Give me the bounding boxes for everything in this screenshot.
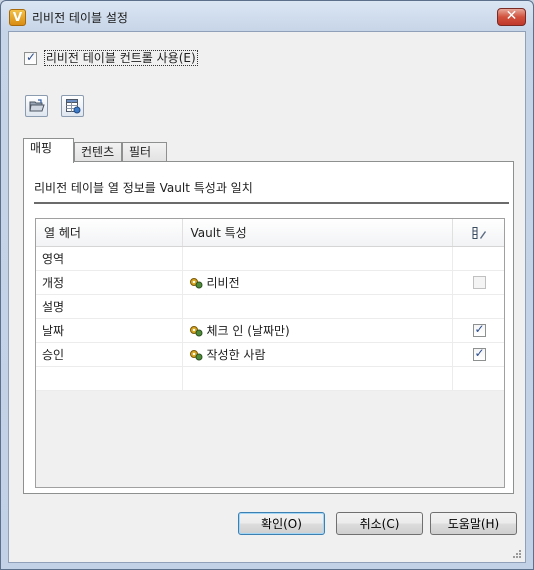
row-property-cell[interactable] (182, 294, 453, 319)
table-row[interactable]: 날짜 체크 인 (날짜만) (36, 318, 504, 343)
row-checkbox-cell (452, 270, 504, 295)
vault-property-icon (189, 350, 202, 361)
cancel-button[interactable]: 취소(C) (336, 512, 423, 535)
tab-contents[interactable]: 컨텐츠 (74, 142, 122, 162)
row-checkbox-cell (452, 294, 504, 319)
empty-cell (36, 366, 183, 391)
row-property-cell[interactable]: 리비전 (182, 270, 453, 295)
row-include-checkbox[interactable] (472, 346, 486, 361)
tab-strip: 매핑 컨텐츠 필터 (23, 138, 517, 163)
row-property-cell[interactable]: 작성한 사람 (182, 342, 453, 367)
row-property-label: 리비전 (206, 275, 240, 290)
vault-app-icon: V (9, 9, 26, 26)
close-button[interactable]: ✕ (497, 8, 526, 26)
table-row[interactable]: 개정 리비전 (36, 270, 504, 295)
help-button[interactable]: 도움말(H) (430, 512, 517, 535)
tab-filter-label: 필터 (129, 145, 152, 159)
column-settings-header[interactable] (452, 219, 504, 247)
use-control-row[interactable]: 리비전 테이블 컨트롤 사용(E) (24, 50, 198, 66)
row-header-cell: 승인 (36, 342, 183, 367)
row-property-label: 체크 인 (날짜만) (206, 323, 290, 338)
dialog-title: 리비전 테이블 설정 (32, 11, 128, 25)
row-property-cell[interactable]: 체크 인 (날짜만) (182, 318, 453, 343)
row-checkbox-cell (452, 246, 504, 271)
title-bar[interactable]: V 리비전 테이블 설정 ✕ (1, 1, 533, 31)
table-settings-icon (66, 99, 81, 114)
row-header-cell: 설명 (36, 294, 183, 319)
use-control-checkbox[interactable] (24, 50, 37, 65)
resize-grip-icon[interactable] (512, 549, 522, 559)
mapping-table: 열 헤더 Vault 특성 영역 개정 리비전 설명 날짜 체크 인 (날짜만)… (36, 219, 504, 391)
empty-cell (452, 366, 504, 391)
column-settings-icon (472, 226, 486, 239)
vault-property-icon (189, 326, 202, 337)
empty-cell (182, 366, 453, 391)
table-row[interactable]: 설명 (36, 294, 504, 319)
vault-property-icon (189, 278, 202, 289)
column-header-column[interactable]: 열 헤더 (36, 219, 183, 247)
divider (34, 202, 509, 204)
folder-open-icon (29, 99, 45, 112)
row-include-checkbox[interactable] (472, 322, 486, 337)
row-checkbox-cell (452, 318, 504, 343)
dialog-body: 리비전 테이블 컨트롤 사용(E) 매핑 컨 (8, 31, 526, 563)
use-control-label[interactable]: 리비전 테이블 컨트롤 사용(E) (43, 50, 198, 66)
open-file-button[interactable] (25, 95, 48, 117)
tab-filter[interactable]: 필터 (122, 142, 167, 162)
table-row[interactable]: 영역 (36, 246, 504, 271)
row-header-cell: 개정 (36, 270, 183, 295)
tab-contents-label: 컨텐츠 (81, 145, 115, 159)
vault-property-column[interactable]: Vault 특성 (182, 219, 453, 247)
row-header-cell: 영역 (36, 246, 183, 271)
mapping-panel: 리비전 테이블 열 정보를 Vault 특성과 일치 열 헤더 Vault 특성 (23, 161, 514, 494)
tab-mapping[interactable]: 매핑 (23, 138, 74, 163)
table-row-empty[interactable] (36, 366, 504, 391)
row-header-cell: 날짜 (36, 318, 183, 343)
mapping-description: 리비전 테이블 열 정보를 Vault 특성과 일치 (34, 181, 253, 195)
tab-mapping-label: 매핑 (30, 141, 53, 155)
dialog-window: V 리비전 테이블 설정 ✕ 리비전 테이블 컨트롤 사용(E) (0, 0, 534, 570)
mapping-grid[interactable]: 열 헤더 Vault 특성 영역 개정 리비전 설명 날짜 체크 인 (날짜만)… (35, 218, 505, 488)
row-property-label: 작성한 사람 (206, 347, 266, 362)
row-checkbox-cell (452, 342, 504, 367)
grid-header-row: 열 헤더 Vault 특성 (36, 219, 504, 247)
table-settings-button[interactable] (61, 95, 84, 117)
row-property-cell[interactable] (182, 246, 453, 271)
table-row[interactable]: 승인 작성한 사람 (36, 342, 504, 367)
ok-button[interactable]: 확인(O) (238, 512, 325, 535)
row-include-checkbox[interactable] (472, 276, 486, 289)
